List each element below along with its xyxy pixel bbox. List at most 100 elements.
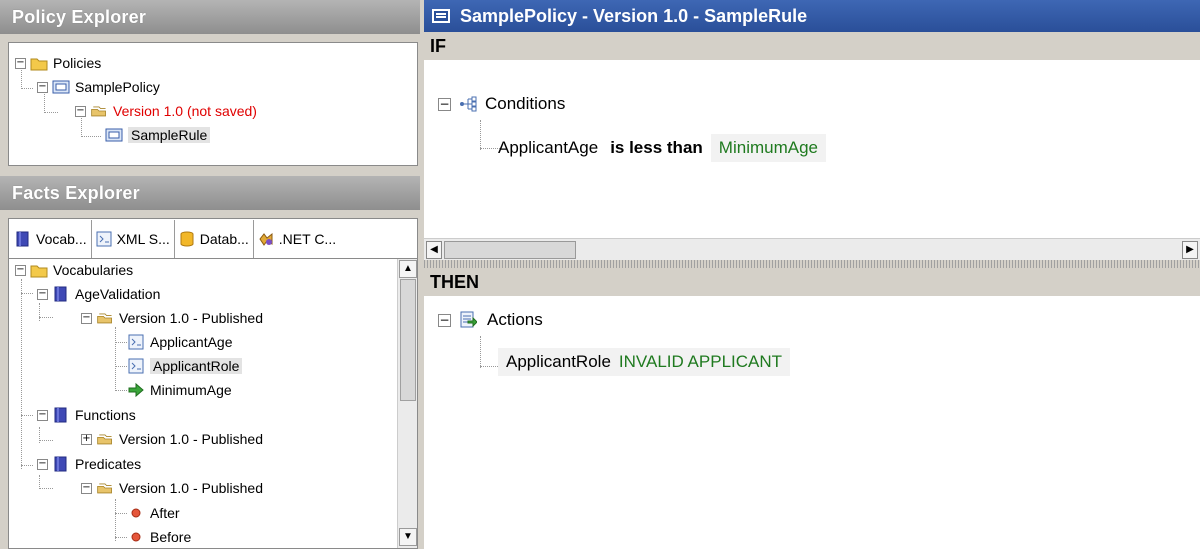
tab-net-classes[interactable]: .NET C... (254, 220, 340, 258)
rule-editor-pane: SamplePolicy - Version 1.0 - SampleRule … (424, 0, 1200, 549)
tree-label: Functions (75, 407, 136, 423)
rule-icon (105, 128, 123, 142)
condition-right-operand[interactable]: MinimumAge (710, 134, 826, 162)
tree-item-before[interactable]: Before (127, 526, 191, 548)
action-value[interactable]: INVALID APPLICANT (619, 352, 782, 372)
actions-icon (460, 311, 477, 328)
pane-splitter[interactable] (424, 260, 1200, 268)
tree-item-predicates[interactable]: − Predicates (37, 453, 141, 475)
tree-label: ApplicantRole (150, 358, 243, 374)
scroll-thumb[interactable] (444, 241, 576, 259)
tree-label: Predicates (75, 456, 142, 472)
collapse-icon[interactable]: − (81, 482, 92, 494)
action-target[interactable]: ApplicantRole (506, 352, 611, 372)
conditions-node[interactable]: − Conditions (438, 94, 565, 114)
expand-icon[interactable]: + (81, 433, 92, 445)
vocabularies-tree: − Vocabularies − AgeValidation − Version… (8, 258, 418, 549)
editor-title-bar: SamplePolicy - Version 1.0 - SampleRule (424, 0, 1200, 32)
tree-label: MinimumAge (150, 382, 232, 398)
scroll-thumb[interactable] (400, 279, 416, 401)
tree-label: AgeValidation (75, 286, 161, 302)
policy-explorer-tree: − Policies − SamplePolicy − Version 1.0 … (8, 42, 418, 166)
tree-label: Version 1.0 - Published (119, 310, 263, 326)
collapse-icon[interactable]: − (37, 81, 48, 93)
vertical-scrollbar[interactable]: ▲ ▼ (397, 259, 417, 548)
tab-databases[interactable]: Datab... (175, 219, 254, 258)
tab-xml-schemas[interactable]: XML S... (92, 219, 175, 258)
action-chip[interactable]: ApplicantRole INVALID APPLICANT (498, 348, 791, 376)
collapse-icon[interactable]: − (438, 313, 451, 327)
tree-item-agevalidation[interactable]: − AgeValidation (37, 283, 160, 305)
tree-label-policies: Policies (53, 55, 102, 71)
vocabulary-icon (54, 286, 67, 302)
condition-row[interactable]: ApplicantAge is less than MinimumAge (498, 134, 826, 162)
tree-label: Version 1.0 - Published (119, 480, 263, 496)
then-section-label: THEN (424, 268, 1200, 296)
scroll-down-icon[interactable]: ▼ (399, 528, 417, 546)
condition-left-operand[interactable]: ApplicantAge (498, 138, 598, 158)
tree-item-functions[interactable]: − Functions (37, 404, 136, 426)
tree-item-after[interactable]: After (127, 502, 180, 524)
folder-icon (30, 58, 48, 71)
tree-label-version: Version 1.0 (not saved) (113, 103, 257, 119)
horizontal-scrollbar[interactable]: ◀ ▶ (424, 238, 1200, 260)
tree-label-samplerule: SampleRule (128, 127, 211, 143)
tree-item-functions-version[interactable]: + Version 1.0 - Published (81, 428, 263, 450)
tree-label-samplepolicy: SamplePolicy (75, 79, 160, 95)
predicate-dot-icon (131, 532, 141, 542)
tab-vocabularies[interactable]: Vocab... (11, 219, 92, 258)
actions-node[interactable]: − Actions (438, 310, 543, 330)
tree-item-policies[interactable]: − Policies (15, 52, 101, 74)
xml-schema-icon (128, 358, 144, 374)
collapse-icon[interactable]: − (81, 312, 92, 324)
action-row[interactable]: ApplicantRole INVALID APPLICANT (498, 348, 791, 376)
collapse-icon[interactable]: − (37, 288, 48, 300)
if-section: − Conditions ApplicantAge is less than M… (424, 60, 1200, 238)
then-section: − Actions ApplicantRole INVALID APPLICAN… (424, 296, 1200, 549)
tree-item-applicantage[interactable]: ApplicantAge (127, 331, 233, 353)
tab-label: Datab... (199, 230, 249, 247)
tree-label: ApplicantAge (150, 334, 233, 350)
tree-item-samplepolicy[interactable]: − SamplePolicy (37, 76, 160, 98)
tab-label: .NET C... (278, 230, 337, 247)
constant-arrow-icon (128, 382, 144, 398)
xml-schema-icon (128, 334, 144, 350)
actions-label: Actions (487, 310, 543, 329)
condition-operator[interactable]: is less than (610, 138, 703, 158)
collapse-icon[interactable]: − (438, 97, 451, 111)
tab-label: XML S... (116, 230, 170, 247)
rules-composer-window: Policy Explorer − Policies − SamplePolic… (0, 0, 1200, 549)
predicate-dot-icon (131, 508, 141, 518)
version-icon (97, 434, 112, 445)
tree-item-version[interactable]: − Version 1.0 (not saved) (75, 100, 257, 122)
collapse-icon[interactable]: − (75, 105, 86, 117)
tree-label: After (150, 505, 180, 521)
rule-window-icon (432, 9, 450, 23)
folder-icon (30, 265, 48, 278)
collapse-icon[interactable]: − (15, 264, 26, 276)
left-pane: Policy Explorer − Policies − SamplePolic… (0, 0, 420, 549)
tree-item-predicates-version[interactable]: − Version 1.0 - Published (81, 477, 263, 499)
vocabulary-icon (16, 231, 29, 246)
collapse-icon[interactable]: − (15, 57, 26, 69)
xml-schema-icon (96, 231, 112, 246)
tree-label: Version 1.0 - Published (119, 431, 263, 447)
collapse-icon[interactable]: − (37, 458, 48, 470)
tree-item-applicantrole[interactable]: ApplicantRole (127, 355, 243, 377)
tree-item-vocabularies[interactable]: − Vocabularies (15, 259, 133, 281)
tree-item-agevalidation-version[interactable]: − Version 1.0 - Published (81, 307, 263, 329)
collapse-icon[interactable]: − (37, 409, 48, 421)
version-icon (97, 313, 112, 324)
conditions-label: Conditions (485, 94, 566, 113)
scroll-left-icon[interactable]: ◀ (426, 241, 442, 259)
tree-label: Vocabularies (53, 262, 134, 278)
net-class-icon (259, 232, 273, 246)
facts-explorer-header: Facts Explorer (0, 176, 420, 210)
scroll-up-icon[interactable]: ▲ (399, 260, 417, 278)
scroll-right-icon[interactable]: ▶ (1182, 241, 1198, 259)
tree-item-minimumage[interactable]: MinimumAge (127, 379, 232, 401)
tree-item-samplerule[interactable]: SampleRule (105, 124, 211, 146)
tab-label: Vocab... (36, 230, 87, 247)
vocabulary-icon (54, 456, 67, 472)
if-section-label: IF (424, 32, 1200, 60)
